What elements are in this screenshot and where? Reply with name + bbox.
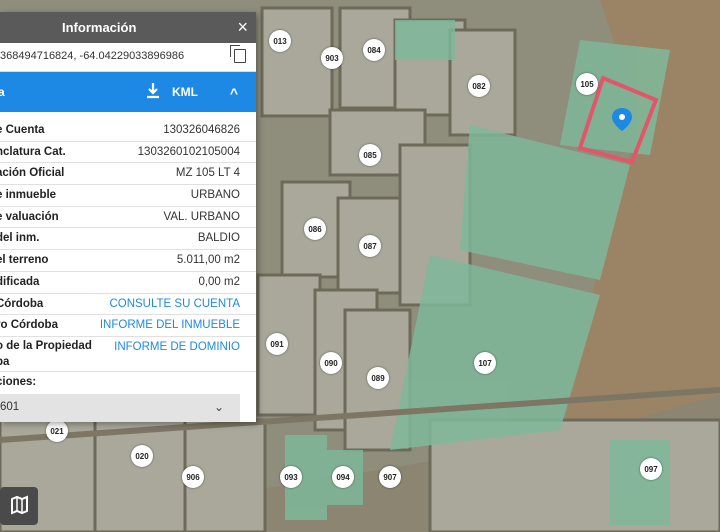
collapse-icon[interactable]: ^ — [230, 85, 238, 101]
table-row: nclatura Cat. 1303260102105004 — [0, 142, 256, 164]
parcel-label: 906 — [182, 466, 204, 488]
table-row: e Cuenta 130326046826 — [0, 120, 256, 142]
parcel-label: 093 — [280, 466, 302, 488]
property-rows: e Cuenta 130326046826 nclatura Cat. 130326… — [0, 112, 256, 372]
parcel-label: 084 — [363, 39, 385, 61]
section-bar-label: a — [0, 85, 5, 99]
row-key: nclatura Cat. — [0, 145, 66, 158]
table-row: el terreno 5.011,00 m2 — [0, 250, 256, 272]
row-value: 0,00 m2 — [198, 275, 240, 288]
coordinates-row: 368494716824, -64.04229033896986 — [0, 43, 256, 72]
consult-account-link[interactable]: CONSULTE SU CUENTA — [109, 298, 240, 310]
parcel-label: 094 — [332, 466, 354, 488]
table-row: del inm. BALDIO — [0, 228, 256, 251]
parcel-label: 097 — [640, 458, 662, 480]
close-button[interactable]: × — [237, 17, 248, 38]
row-value: URBANO — [190, 189, 240, 202]
parcel-label: 091 — [266, 333, 288, 355]
table-row: e valuación VAL. URBANO — [0, 207, 256, 229]
parcel-label: 020 — [131, 445, 153, 467]
row-key: e valuación — [0, 210, 59, 223]
panel-title: Información — [62, 20, 137, 35]
row-value: 1303260102105004 — [137, 145, 240, 158]
layers-icon — [11, 495, 28, 515]
row-key: ro Córdoba — [0, 319, 58, 332]
coordinates-text: 368494716824, -64.04229033896986 — [0, 50, 185, 62]
parcel-label: 086 — [304, 218, 326, 240]
layers-button[interactable] — [0, 487, 38, 525]
observations-label: ciones: — [0, 375, 37, 388]
row-value: 5.011,00 m2 — [176, 254, 240, 267]
row-value: MZ 105 LT 4 — [175, 167, 240, 180]
copy-icon[interactable] — [230, 45, 246, 63]
parcel-label: 013 — [269, 30, 291, 52]
row-key: e inmueble — [0, 189, 57, 202]
observations-value: 601 — [0, 400, 20, 413]
parcel-label: 907 — [379, 466, 401, 488]
row-key: Córdoba — [0, 297, 44, 310]
row-key: dificada — [0, 275, 40, 288]
info-panel: Información × 368494716824, -64.04229033… — [0, 12, 256, 422]
row-value: BALDIO — [197, 232, 240, 245]
row-key: o de la Propiedad ba — [0, 339, 92, 368]
table-row: ro Córdoba INFORME DEL INMUEBLE — [0, 315, 256, 337]
property-report-link[interactable]: INFORME DEL INMUEBLE — [100, 319, 240, 331]
row-key: e Cuenta — [0, 124, 45, 136]
section-bar[interactable]: a KML ^ — [0, 72, 256, 112]
ownership-report-link[interactable]: INFORME DE DOMINIO — [114, 341, 240, 353]
row-key: ación Oficial — [0, 167, 65, 180]
table-row: dificada 0,00 m2 — [0, 272, 256, 294]
table-row: e inmueble URBANO — [0, 185, 256, 207]
table-row: Córdoba CONSULTE SU CUENTA — [0, 294, 256, 316]
parcel-label: 090 — [320, 352, 342, 374]
parcel-label: 089 — [367, 367, 389, 389]
parcel-label: 087 — [359, 235, 381, 257]
row-key: del inm. — [0, 232, 40, 245]
parcel-label: 021 — [46, 420, 68, 442]
chevron-down-icon: ⌄ — [213, 399, 224, 414]
row-value: 130326046826 — [163, 124, 240, 136]
row-key: el terreno — [0, 254, 49, 267]
row-value: VAL. URBANO — [163, 210, 240, 223]
parcel-label: 107 — [474, 352, 496, 374]
table-row: ación Oficial MZ 105 LT 4 — [0, 163, 256, 186]
download-icon[interactable] — [146, 82, 160, 100]
observations-select[interactable]: 601 ⌄ — [0, 393, 240, 422]
table-row: o de la Propiedad ba INFORME DE DOMINIO — [0, 337, 256, 372]
parcel-label: 903 — [321, 47, 343, 69]
parcel-label: 085 — [359, 144, 381, 166]
kml-button[interactable]: KML — [172, 85, 198, 99]
panel-header: Información × — [0, 12, 256, 43]
parcel-label: 082 — [468, 75, 490, 97]
parcel-label: 105 — [576, 73, 598, 95]
